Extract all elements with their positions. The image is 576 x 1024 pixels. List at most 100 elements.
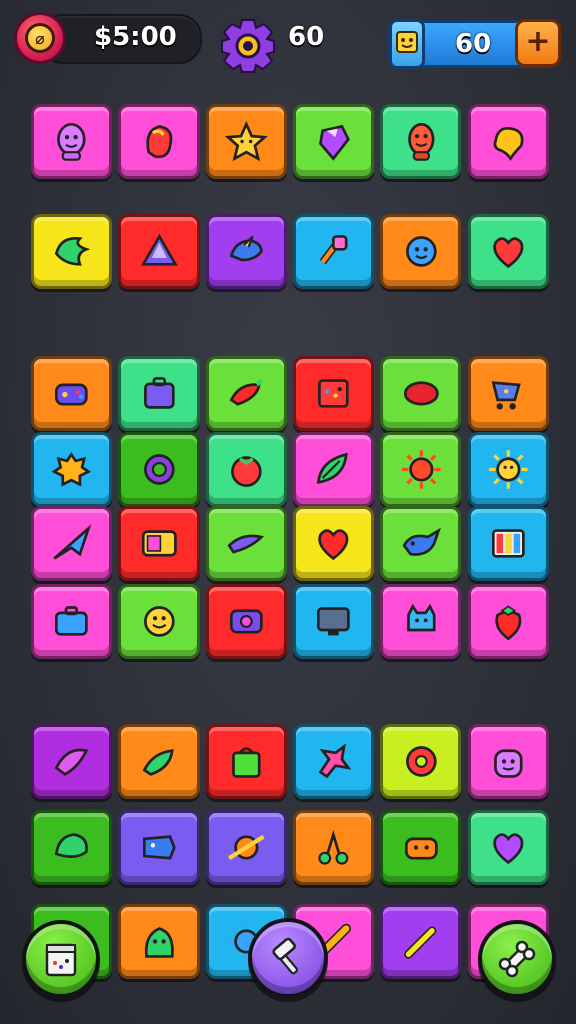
blue-fish2-icon [142, 835, 176, 860]
blue-whale-icon [402, 527, 441, 556]
tile-gem-purple[interactable] [292, 104, 375, 180]
tile-green-bag[interactable] [205, 724, 287, 800]
gear-icon[interactable] [218, 16, 278, 76]
tile-yellow-blob[interactable] [467, 104, 549, 180]
purple-heart-icon [493, 833, 524, 865]
tile-purple-ring[interactable] [118, 432, 200, 508]
tile-yellow-smiley[interactable] [118, 584, 200, 660]
tile-star[interactable] [205, 104, 287, 180]
tile-green-leaf2[interactable] [292, 432, 375, 508]
tile-bars[interactable] [467, 506, 549, 582]
red-blob-icon [145, 125, 172, 159]
orange-splat-icon [51, 452, 92, 487]
red-heart2-icon [318, 529, 349, 561]
device-icon [141, 530, 177, 557]
tile-purple-monster[interactable] [467, 724, 549, 800]
tile-orange-planet[interactable] [205, 810, 287, 886]
score-value: 60 [455, 29, 492, 59]
gem-purple-icon [319, 125, 351, 161]
green-pepper-icon [142, 749, 174, 776]
bone-button[interactable] [478, 920, 556, 998]
tile-green-pepper[interactable] [118, 724, 200, 800]
purple-face-icon [57, 123, 86, 161]
tile-pencil[interactable] [380, 904, 462, 980]
tile-monitor[interactable] [292, 584, 375, 660]
tile-orange-splat[interactable] [31, 432, 113, 508]
pencil-icon [403, 926, 436, 959]
tile-red-blob[interactable] [118, 104, 200, 180]
red-box-icon [318, 379, 349, 408]
hammer-button[interactable] [248, 918, 328, 998]
tile-red-sun[interactable] [380, 432, 462, 508]
tile-tomato[interactable] [205, 432, 287, 508]
tile-blue-whale[interactable] [380, 506, 462, 582]
blue-plane-icon [53, 524, 92, 560]
shop-card-icon [45, 943, 77, 977]
plus-icon[interactable]: + [515, 19, 561, 67]
tile-red-car[interactable] [380, 810, 462, 886]
tile-yellow-sun[interactable] [467, 432, 549, 508]
tile-red-lemon[interactable] [380, 356, 462, 432]
green-leaf-icon [55, 237, 91, 266]
tile-red-heart[interactable] [467, 214, 549, 290]
red-donut-icon [405, 746, 437, 777]
tile-red-donut[interactable] [380, 724, 462, 800]
tile-blue-fish[interactable] [205, 506, 287, 582]
tile-blue-cat[interactable] [380, 584, 462, 660]
bars-icon [491, 529, 525, 558]
score-pill: 60 + [388, 19, 561, 69]
yellow-smiley-icon [143, 606, 175, 637]
yellow-blob-icon [493, 127, 524, 162]
coins-label: $5:00 [94, 22, 177, 52]
red-chili-icon [229, 379, 263, 406]
tile-red-face[interactable] [380, 104, 462, 180]
tile-purple-heart[interactable] [467, 810, 549, 886]
tile-blue-fish2[interactable] [118, 810, 200, 886]
tile-device[interactable] [118, 506, 200, 582]
tile-cart[interactable] [467, 356, 549, 432]
tile-green-leaf[interactable] [31, 214, 113, 290]
hammer-icon [272, 937, 299, 975]
red-lemon-icon [403, 381, 439, 406]
tile-triangle[interactable] [118, 214, 200, 290]
tile-green-turtle[interactable] [31, 810, 113, 886]
tile-purple-camera[interactable] [205, 584, 287, 660]
tomato-icon [230, 456, 262, 488]
tile-blue-bird[interactable] [205, 214, 287, 290]
tile-red-chili[interactable] [205, 356, 287, 432]
blue-gear-icon [405, 236, 437, 267]
tile-suitcase[interactable] [118, 356, 200, 432]
tile-purple-face[interactable] [31, 104, 113, 180]
shop-button[interactable] [22, 920, 100, 998]
tile-pink-fish[interactable] [31, 724, 113, 800]
yellow-sun-icon [488, 450, 528, 489]
gear-value: 60 [288, 22, 325, 52]
tile-blue-gear[interactable] [380, 214, 462, 290]
game-pad-icon [55, 383, 89, 406]
green-turtle-icon [55, 833, 89, 859]
tile-red-heart2[interactable] [292, 506, 375, 582]
cart-icon [491, 381, 521, 410]
tile-red-box[interactable] [292, 356, 375, 432]
orange-key-icon [319, 235, 348, 265]
blue-cat-icon [406, 603, 436, 632]
no-coin-icon: ⌀ [14, 12, 66, 64]
pink-splat-icon [318, 743, 352, 779]
tile-orange-key[interactable] [292, 214, 375, 290]
green-leaf2-icon [317, 452, 348, 485]
blue-bird-icon [229, 235, 263, 262]
red-face-icon [407, 123, 434, 161]
top-hud: ⌀ $5:00 60 60 + [0, 8, 576, 73]
tile-pink-splat[interactable] [292, 724, 375, 800]
tile-green-dino[interactable] [118, 904, 200, 980]
tile-cherries[interactable] [292, 810, 375, 886]
red-car-icon [404, 837, 438, 860]
cherries-icon [318, 830, 349, 865]
green-dino-icon [144, 927, 174, 958]
red-sun-icon [401, 450, 441, 489]
tile-blue-case[interactable] [31, 584, 113, 660]
tile-game-pad[interactable] [31, 356, 113, 432]
tile-blue-plane[interactable] [31, 506, 113, 582]
tile-strawberry[interactable] [467, 584, 549, 660]
bone-icon [498, 940, 536, 978]
